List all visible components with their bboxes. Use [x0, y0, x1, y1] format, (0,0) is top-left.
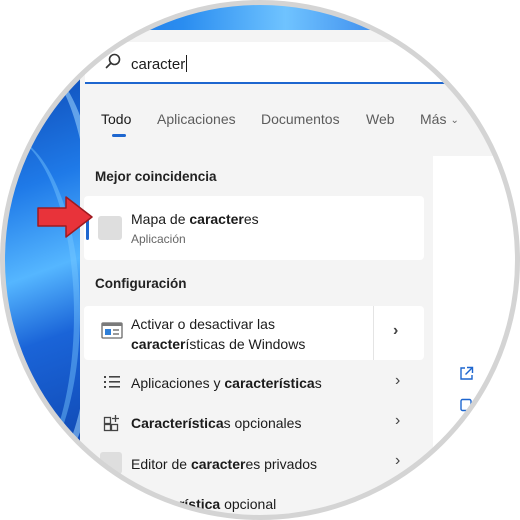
windows-features-icon: [101, 322, 123, 339]
grid-plus-icon: [103, 415, 119, 432]
preview-pane: [433, 156, 516, 516]
search-icon: [105, 53, 121, 69]
chevron-right-icon[interactable]: ›: [395, 412, 400, 430]
private-character-editor-icon: [100, 452, 122, 474]
chevron-right-icon[interactable]: ›: [395, 372, 400, 390]
red-arrow-icon: [37, 196, 93, 238]
divider: [373, 306, 374, 360]
windows-features-line2: características de Windows: [131, 336, 306, 352]
tab-web[interactable]: Web: [366, 111, 395, 127]
tab-active-indicator: [112, 134, 126, 137]
tab-mas[interactable]: Más ⌄: [420, 111, 459, 127]
tab-mas-label: Más: [420, 111, 447, 127]
panel-clip: caracter Todo Aplicaciones Documentos We…: [4, 4, 516, 516]
pin-icon[interactable]: [459, 398, 473, 412]
external-link-icon[interactable]: [459, 366, 474, 381]
search-input[interactable]: caracter: [131, 55, 188, 73]
best-match-title: Mapa de caracteres: [131, 211, 259, 227]
tab-todo[interactable]: Todo: [101, 111, 131, 127]
list-icon: [104, 376, 120, 388]
tab-aplicaciones[interactable]: Aplicaciones: [157, 111, 236, 127]
apps-features-label: Aplicaciones y características: [131, 375, 322, 391]
best-match-subtitle: Aplicación: [131, 232, 186, 246]
screenshot-stage: caracter Todo Aplicaciones Documentos We…: [0, 0, 520, 520]
windows-features-line1: Activar o desactivar las: [131, 316, 275, 332]
view-optional-label: Ver característica opcional: [105, 496, 277, 512]
best-match-card[interactable]: [84, 196, 424, 260]
tab-documentos[interactable]: Documentos: [261, 111, 340, 127]
chevron-right-icon[interactable]: ›: [393, 322, 398, 340]
chevron-right-icon[interactable]: ›: [395, 452, 400, 470]
character-map-icon: [98, 216, 122, 240]
best-match-heading: Mejor coincidencia: [95, 169, 217, 184]
private-chars-label: Editor de caracteres privados: [131, 456, 318, 472]
settings-heading: Configuración: [95, 276, 187, 291]
chevron-down-icon: ⌄: [450, 115, 459, 126]
optional-features-label: Características opcionales: [131, 415, 302, 431]
